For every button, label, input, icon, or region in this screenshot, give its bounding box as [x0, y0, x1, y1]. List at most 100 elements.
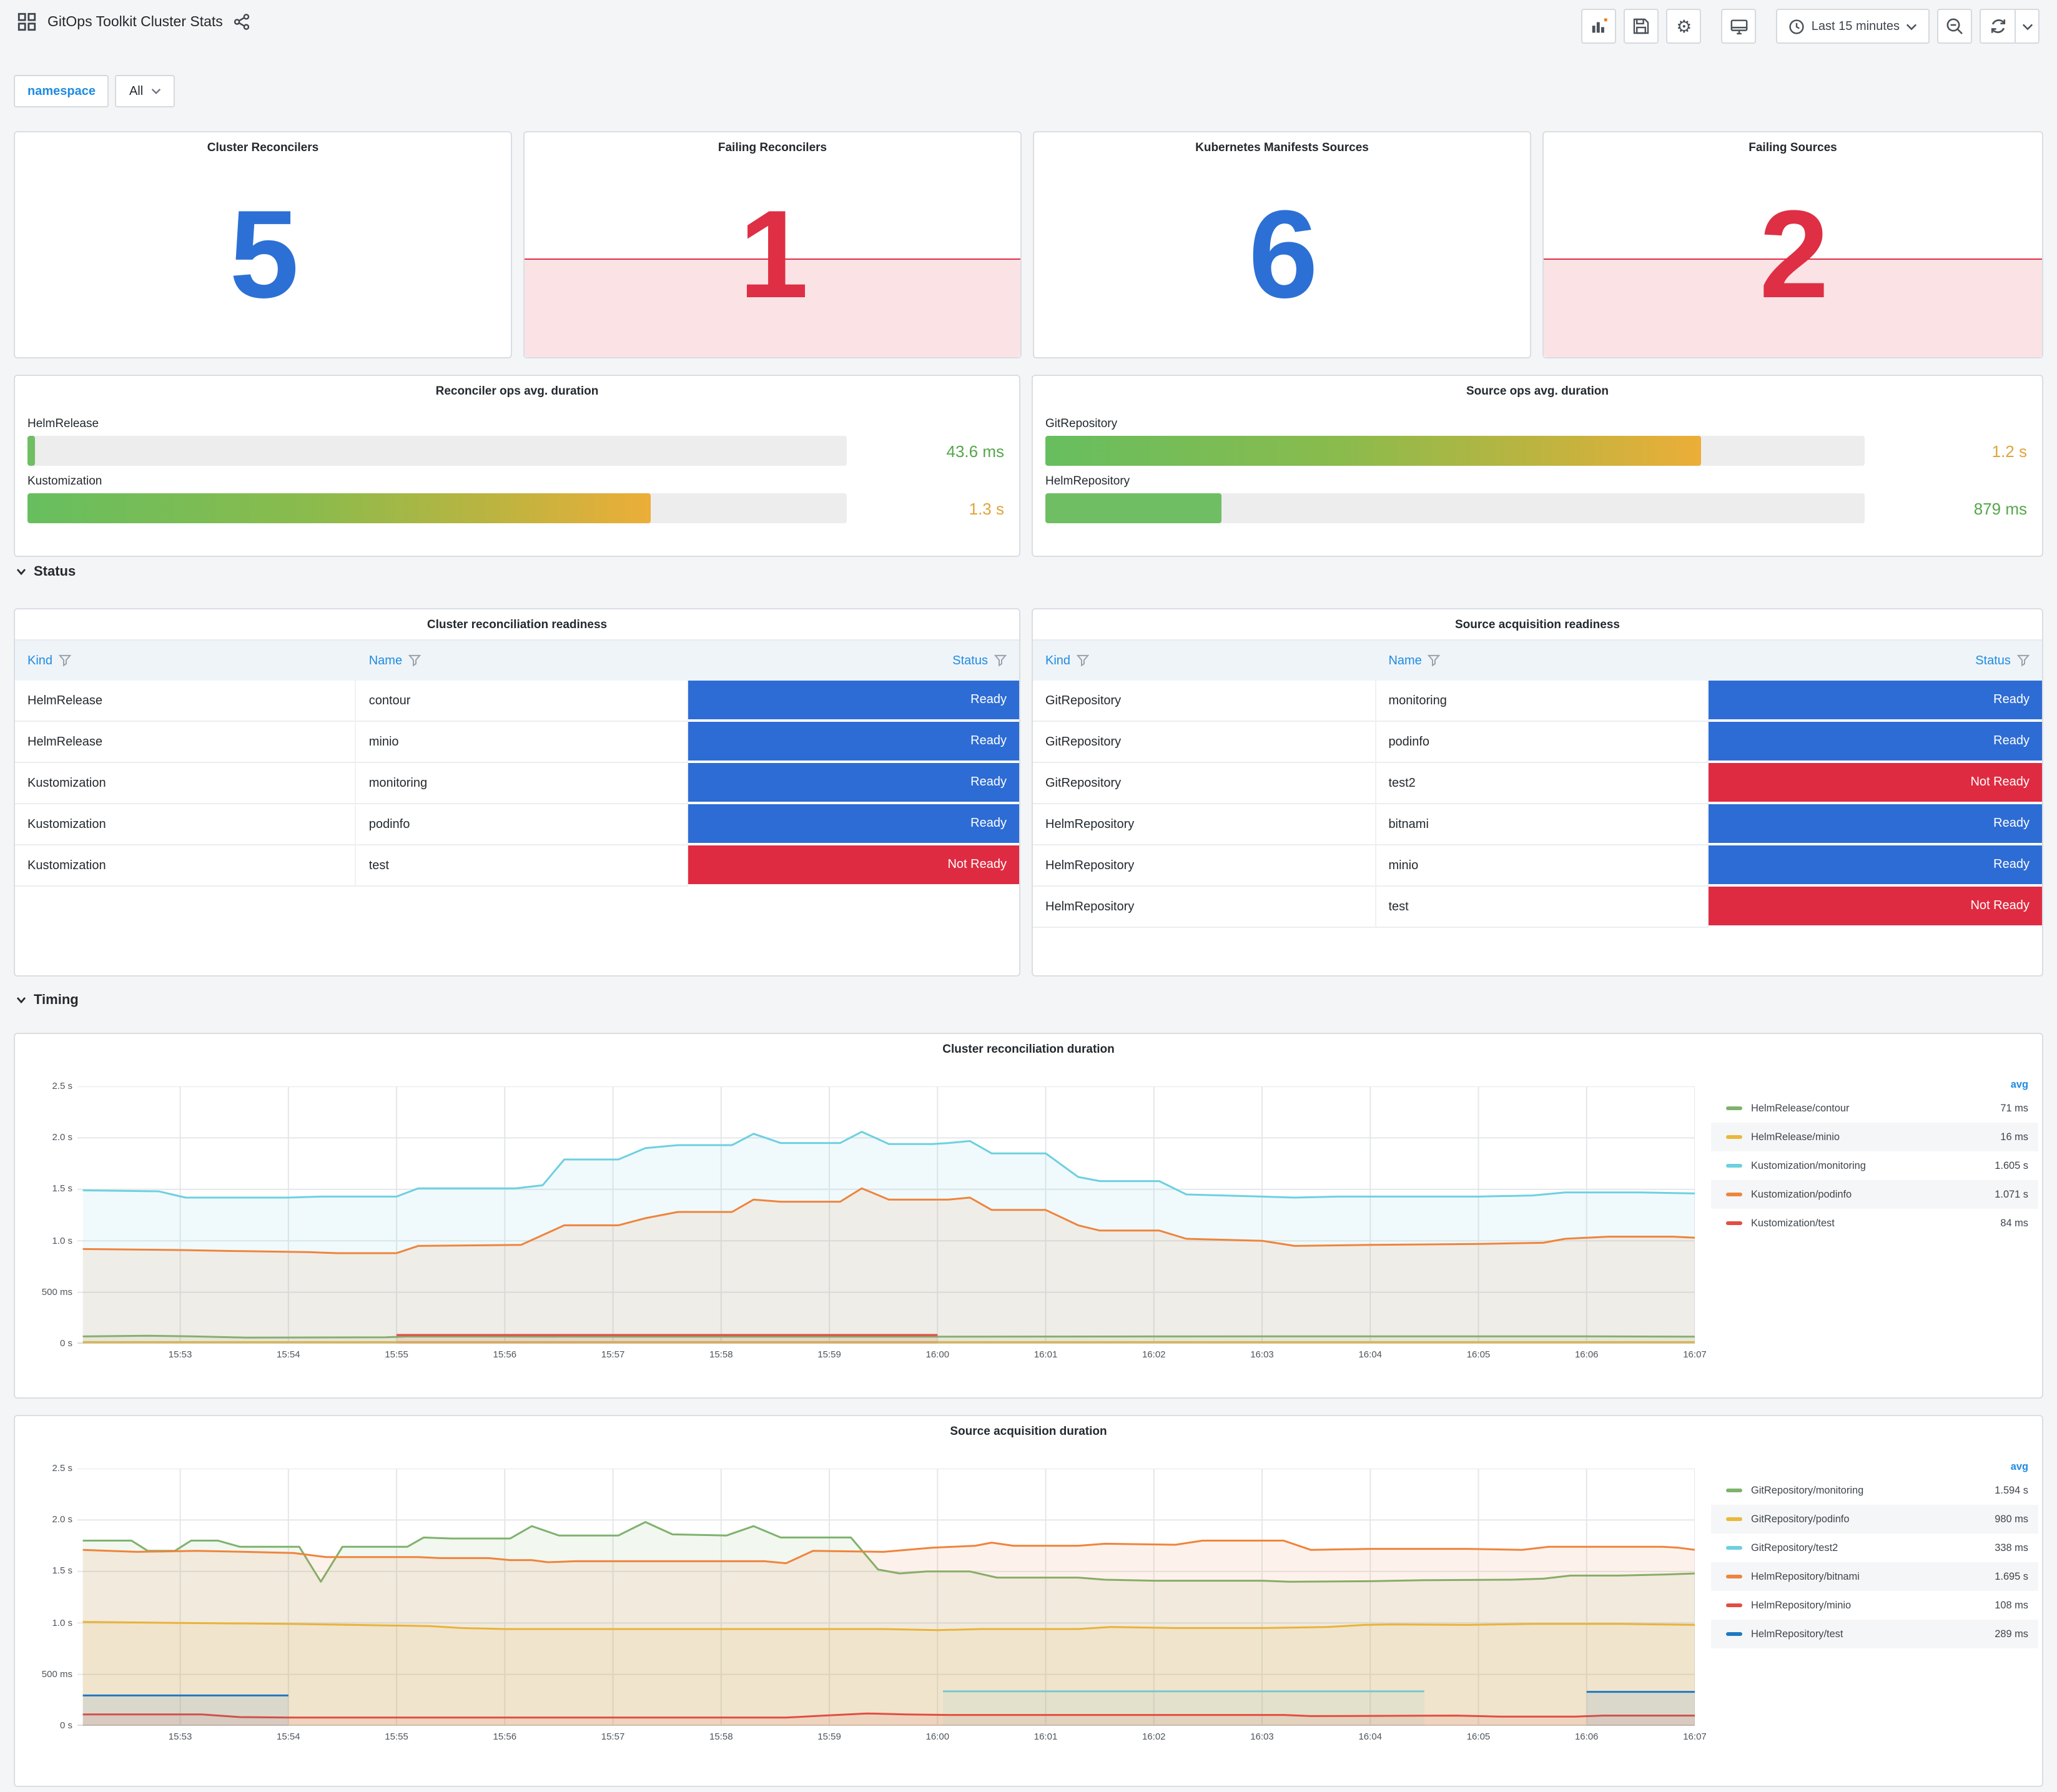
variable-namespace-label[interactable]: namespace [14, 75, 109, 107]
cell-name: monitoring [356, 763, 688, 804]
filter-icon[interactable] [994, 654, 1007, 667]
panel-title[interactable]: Source acquisition duration [15, 1416, 2042, 1439]
refresh-interval-caret-button[interactable] [2015, 9, 2040, 44]
chart-plot[interactable] [77, 1086, 1695, 1344]
legend-series-name[interactable]: GitRepository/test2 [1751, 1542, 1995, 1553]
y-axis-tick-label: 0 s [59, 1337, 72, 1349]
save-dashboard-button[interactable] [1624, 9, 1659, 44]
filter-icon[interactable] [2016, 654, 2030, 667]
variable-namespace-select[interactable]: All [115, 75, 175, 107]
legend-row[interactable]: Kustomization/test 84 ms [1711, 1209, 2038, 1238]
table-row[interactable]: HelmRepository bitnami Ready [1033, 804, 2042, 845]
legend-series-color [1726, 1164, 1742, 1168]
cell-status: Ready [1709, 722, 2042, 763]
add-panel-button[interactable] [1581, 9, 1617, 44]
legend-series-name[interactable]: GitRepository/podinfo [1751, 1514, 1995, 1525]
filter-icon[interactable] [59, 654, 72, 667]
y-axis-tick-label: 1.0 s [52, 1617, 72, 1628]
table-row[interactable]: HelmRelease contour Ready [15, 681, 1019, 722]
legend-row[interactable]: HelmRelease/minio 16 ms [1711, 1123, 2038, 1151]
legend-series-color [1726, 1603, 1742, 1607]
gauge-fill [27, 436, 35, 466]
zoom-out-button[interactable] [1937, 9, 1972, 44]
legend-row[interactable]: GitRepository/monitoring 1.594 s [1711, 1476, 2038, 1505]
section-header-status[interactable]: Status [16, 564, 76, 579]
column-header-status[interactable]: Status [688, 641, 1019, 681]
column-header-status[interactable]: Status [1709, 641, 2042, 681]
table-row[interactable]: Kustomization test Not Ready [15, 845, 1019, 887]
gauge-panel-source-ops: Source ops avg. duration GitRepository 1.… [1032, 375, 2043, 557]
time-range-label: Last 15 minutes [1811, 19, 1900, 33]
table-row[interactable]: HelmRepository minio Ready [1033, 845, 2042, 887]
filter-icon[interactable] [1077, 654, 1090, 667]
legend-series-name[interactable]: HelmRepository/minio [1751, 1600, 1995, 1611]
table-row[interactable]: Kustomization monitoring Ready [15, 763, 1019, 804]
refresh-button[interactable] [1980, 9, 2015, 44]
legend-row[interactable]: HelmRepository/bitnami 1.695 s [1711, 1562, 2038, 1591]
legend-series-name[interactable]: HelmRepository/bitnami [1751, 1571, 1995, 1582]
cell-name: bitnami [1376, 804, 1709, 845]
gauge-label: HelmRelease [27, 417, 99, 431]
panel-title[interactable]: Source acquisition readiness [1033, 609, 2042, 632]
clock-icon [1789, 18, 1805, 34]
legend-series-name[interactable]: Kustomization/podinfo [1751, 1189, 1995, 1200]
series-area [397, 1335, 938, 1344]
table-row[interactable]: GitRepository podinfo Ready [1033, 722, 2042, 763]
legend-series-color [1726, 1106, 1742, 1110]
panel-title[interactable]: Source ops avg. duration [1033, 376, 2042, 398]
table-row[interactable]: HelmRepository test Not Ready [1033, 887, 2042, 928]
legend-row[interactable]: HelmRelease/contour 71 ms [1711, 1094, 2038, 1123]
column-header-kind[interactable]: Kind [1033, 641, 1376, 681]
stat-value: 5 [229, 184, 298, 324]
share-icon[interactable] [234, 14, 250, 30]
legend-series-color [1726, 1575, 1742, 1578]
cell-name: test [1376, 887, 1709, 928]
dashboard-settings-button[interactable]: ⚙ [1666, 9, 1702, 44]
gauge-fill [27, 493, 651, 523]
legend-avg-header[interactable]: avg [1711, 1461, 2038, 1476]
panel-title[interactable]: Reconciler ops avg. duration [15, 376, 1019, 398]
cell-status: Ready [688, 763, 1019, 804]
legend-series-name[interactable]: GitRepository/monitoring [1751, 1485, 1995, 1496]
apps-icon[interactable] [17, 12, 36, 31]
table-row[interactable]: Kustomization podinfo Ready [15, 804, 1019, 845]
legend-row[interactable]: HelmRepository/test 289 ms [1711, 1620, 2038, 1648]
time-range-picker[interactable]: Last 15 minutes [1776, 9, 1930, 44]
table-row[interactable]: GitRepository test2 Not Ready [1033, 763, 2042, 804]
gauge-track [1045, 436, 1865, 466]
readiness-table: Kind Name Status HelmRelease contour Ready Hel… [15, 639, 1019, 887]
filter-icon[interactable] [408, 654, 422, 667]
table-panel-cluster-readiness: Cluster reconciliation readiness Kind Nam… [14, 608, 1020, 977]
gauge-row: 43.6 ms [27, 436, 1004, 466]
table-header-row: Kind Name Status [1033, 639, 2042, 681]
x-axis-tick-label: 15:55 [385, 1731, 408, 1742]
legend-row[interactable]: GitRepository/test2 338 ms [1711, 1534, 2038, 1562]
legend-series-name[interactable]: HelmRepository/test [1751, 1628, 1995, 1640]
page-title[interactable]: GitOps Toolkit Cluster Stats [47, 14, 223, 29]
table-row[interactable]: HelmRelease minio Ready [15, 722, 1019, 763]
legend-series-color [1726, 1489, 1742, 1492]
legend-avg-header[interactable]: avg [1711, 1079, 2038, 1094]
panel-title[interactable]: Cluster reconciliation readiness [15, 609, 1019, 632]
legend-row[interactable]: HelmRepository/minio 108 ms [1711, 1591, 2038, 1620]
section-header-timing[interactable]: Timing [16, 993, 79, 1008]
table-row[interactable]: GitRepository monitoring Ready [1033, 681, 2042, 722]
legend-series-name[interactable]: Kustomization/monitoring [1751, 1160, 1995, 1171]
section-title: Timing [34, 993, 79, 1008]
column-header-name[interactable]: Name [1376, 641, 1709, 681]
column-header-name[interactable]: Name [357, 641, 688, 681]
legend-series-name[interactable]: HelmRelease/contour [1751, 1103, 2000, 1114]
gauge-value: 1.2 s [1991, 441, 2027, 460]
legend-row[interactable]: Kustomization/podinfo 1.071 s [1711, 1180, 2038, 1209]
legend-row[interactable]: GitRepository/podinfo 980 ms [1711, 1505, 2038, 1534]
cell-name: minio [1376, 845, 1709, 887]
legend-series-name[interactable]: Kustomization/test [1751, 1218, 2000, 1229]
legend-row[interactable]: Kustomization/monitoring 1.605 s [1711, 1151, 2038, 1180]
filter-icon[interactable] [1428, 654, 1441, 667]
save-icon [1633, 17, 1650, 35]
legend-series-name[interactable]: HelmRelease/minio [1751, 1131, 2000, 1143]
chart-plot[interactable] [77, 1469, 1695, 1726]
column-header-kind[interactable]: Kind [15, 641, 357, 681]
panel-title[interactable]: Cluster reconciliation duration [15, 1034, 2042, 1056]
cycle-view-mode-button[interactable] [1721, 9, 1757, 44]
